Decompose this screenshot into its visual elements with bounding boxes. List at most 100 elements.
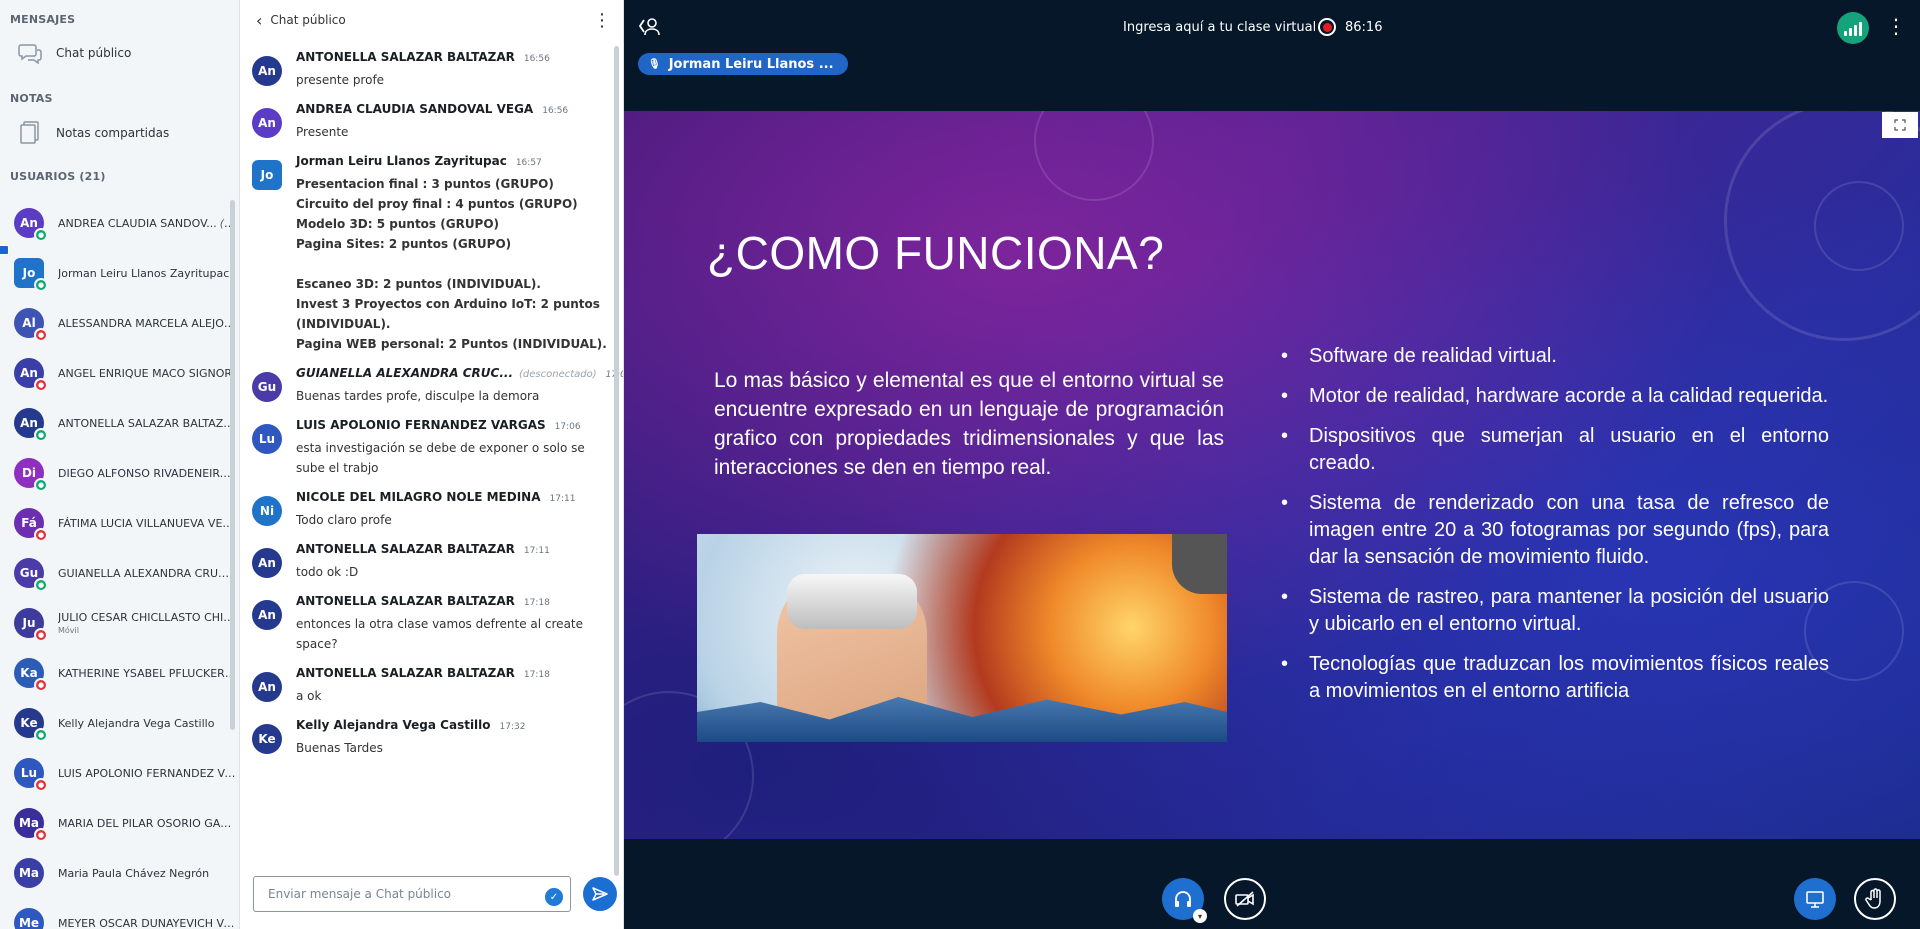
avatar: Ke ● bbox=[14, 708, 48, 742]
top-bar: Ingresa aquí a tu clase virtual 86:16 ⋮ … bbox=[624, 0, 1920, 75]
user-list-item[interactable]: Al● ALESSANDRA MARCELA ALEJOS YA... bbox=[0, 298, 236, 348]
avatar: Ka ● bbox=[14, 658, 48, 692]
chat-options-icon[interactable]: ⋮ bbox=[593, 10, 611, 31]
message-text: Buenas tardes profe, disculpe la demora bbox=[296, 389, 540, 403]
message-time: 16:56 bbox=[523, 54, 550, 64]
user-name: Jorman Leiru Llanos Zayritupac bbox=[58, 267, 236, 280]
shared-notes-item[interactable]: Notas compartidas bbox=[0, 110, 239, 156]
toggle-userlist-button[interactable] bbox=[638, 16, 660, 40]
check-icon: ✓ bbox=[545, 888, 563, 906]
users-scrollbar[interactable] bbox=[230, 200, 235, 730]
share-webcam-button[interactable] bbox=[1224, 878, 1266, 920]
microphone-icon: 🎙 bbox=[648, 58, 661, 70]
user-list-item[interactable]: An ● ANGEL ENRIQUE MACO SIGNORI bbox=[0, 348, 236, 398]
avatar: Gu bbox=[252, 372, 282, 402]
avatar: An ● bbox=[14, 208, 48, 242]
user-list-item[interactable]: Ju ● JULIO CESAR CHICLLASTO CHIPANA Móvil bbox=[0, 598, 236, 648]
user-name-text: Kelly Alejandra Vega Castillo bbox=[58, 716, 215, 730]
slide-bullet: Software de realidad virtual. bbox=[1279, 343, 1829, 370]
chevron-left-icon[interactable]: ‹ bbox=[256, 11, 262, 30]
presentation-slide: ¿COMO FUNCIONA? Lo mas básico y elementa… bbox=[624, 111, 1920, 839]
message-author: ANTONELLA SALAZAR BALTAZAR bbox=[296, 594, 515, 608]
avatar: Gu ● bbox=[14, 558, 48, 592]
chat-message: An ANTONELLA SALAZAR BALTAZAR 17:18 entonce… bbox=[240, 590, 610, 662]
chat-message: An ANDREA CLAUDIA SANDOVAL VEGA 16:56 Prese… bbox=[240, 98, 610, 150]
user-name-text: ANGEL ENRIQUE MACO SIGNORI bbox=[58, 366, 236, 380]
user-name: MEYER OSCAR DUNAYEVICH VARGAS bbox=[58, 917, 236, 929]
shared-notes-label: Notas compartidas bbox=[56, 126, 170, 140]
presentation-button[interactable] bbox=[1794, 878, 1836, 920]
microphone-muted-icon: ● bbox=[34, 628, 48, 642]
user-list-item[interactable]: Me MEYER OSCAR DUNAYEVICH VARGAS bbox=[0, 898, 236, 929]
user-list-item[interactable]: Fá● FÁTIMA LUCIA VILLANUEVA VENEG... bbox=[0, 498, 236, 548]
user-list-item[interactable]: Gu● GUIANELLA ALEXANDRA CRUCES P... bbox=[0, 548, 236, 598]
avatar: Ju ● bbox=[14, 608, 48, 642]
avatar: Al ● bbox=[14, 308, 48, 342]
user-name: DIEGO ALFONSO RIVADENEIRA TU... bbox=[58, 467, 236, 480]
public-chat-item[interactable]: Chat público bbox=[0, 30, 239, 76]
avatar: An bbox=[252, 672, 282, 702]
avatar: Lu ● bbox=[14, 758, 48, 792]
user-list-item[interactable]: An ● ANTONELLA SALAZAR BALTAZAR bbox=[0, 398, 236, 448]
user-name: GUIANELLA ALEXANDRA CRUCES P... bbox=[58, 567, 236, 580]
recording-indicator-icon[interactable] bbox=[1318, 18, 1336, 36]
message-time: 17:18 bbox=[523, 598, 550, 608]
message-author: Kelly Alejandra Vega Castillo bbox=[296, 718, 491, 732]
message-text: todo ok :D bbox=[296, 565, 359, 579]
user-list-item[interactable]: Ma Maria Paula Chávez Negrón bbox=[0, 848, 236, 898]
avatar: Ni bbox=[252, 496, 282, 526]
slide-paragraph: Lo mas básico y elemental es que el ento… bbox=[714, 369, 1224, 479]
slide-bullet: Sistema de rastreo, para mantener la pos… bbox=[1279, 584, 1829, 638]
message-text: Presentacion final : 3 puntos (GRUPO) bbox=[296, 177, 554, 191]
chat-scrollbar[interactable] bbox=[614, 46, 619, 876]
message-text: Pagina WEB personal: 2 Puntos (INDIVIDUA… bbox=[296, 337, 607, 351]
user-list-item[interactable]: Ke ● Kelly Alejandra Vega Castillo bbox=[0, 698, 236, 748]
user-list-item[interactable]: Jo ● Jorman Leiru Llanos Zayritupac bbox=[0, 245, 236, 298]
action-bar: ▾ bbox=[624, 839, 1920, 929]
message-author: ANTONELLA SALAZAR BALTAZAR bbox=[296, 666, 515, 680]
slide-decoration bbox=[1034, 111, 1154, 201]
chat-header: ‹ Chat público ⋮ bbox=[240, 0, 623, 40]
message-author: Jorman Leiru Llanos Zayritupac bbox=[296, 154, 507, 168]
vr-headset-shape bbox=[787, 574, 917, 629]
user-name: FÁTIMA LUCIA VILLANUEVA VENEG... bbox=[58, 517, 236, 530]
message-text: Buenas Tardes bbox=[296, 741, 383, 755]
user-name-text: JULIO CESAR CHICLLASTO CHIPANA bbox=[58, 611, 236, 624]
chat-title[interactable]: Chat público bbox=[270, 13, 345, 27]
chat-message: An ANTONELLA SALAZAR BALTAZAR 16:56 present… bbox=[240, 46, 610, 98]
talker-name: Jorman Leiru Llanos ... bbox=[668, 56, 834, 72]
message-text: Escaneo 3D: 2 puntos (INDIVIDUAL). bbox=[296, 277, 541, 291]
user-name-text: Maria Paula Chávez Negrón bbox=[58, 866, 210, 880]
options-menu-icon[interactable]: ⋮ bbox=[1886, 14, 1906, 38]
chevron-down-icon[interactable]: ▾ bbox=[1193, 909, 1207, 923]
user-name-text: GUIANELLA ALEXANDRA CRUCES P... bbox=[58, 566, 236, 580]
slide-bullet-list: Software de realidad virtual. Motor de re… bbox=[1279, 343, 1829, 718]
message-text: entonces la otra clase vamos defrente al… bbox=[296, 617, 584, 651]
message-text: Circuito del proy final : 4 puntos (GRUP… bbox=[296, 197, 578, 211]
user-list-item[interactable]: Ka ● KATHERINE YSABEL PFLUCKER GU... bbox=[0, 648, 236, 698]
audio-button[interactable]: ▾ bbox=[1162, 878, 1207, 923]
raise-hand-button[interactable] bbox=[1854, 878, 1896, 920]
user-list-item[interactable]: Di● DIEGO ALFONSO RIVADENEIRA TU... bbox=[0, 448, 236, 498]
session-title: Ingresa aquí a tu clase virtual bbox=[1123, 20, 1317, 35]
talking-indicator[interactable]: 🎙 Jorman Leiru Llanos ... bbox=[638, 53, 848, 75]
chat-message: Ke Kelly Alejandra Vega Castillo 17:32 Buen… bbox=[240, 714, 610, 766]
chat-message-input[interactable]: Enviar mensaje a Chat público ✓ bbox=[253, 876, 571, 912]
chat-message: An ANTONELLA SALAZAR BALTAZAR 17:11 todo ok… bbox=[240, 538, 610, 590]
user-list-item[interactable]: Lu● LUIS APOLONIO FERNANDEZ VARG... bbox=[0, 748, 236, 798]
user-list-item[interactable]: Ma● MARIA DEL PILAR OSORIO GALARZA bbox=[0, 798, 236, 848]
avatar: Me bbox=[14, 908, 44, 929]
message-author: ANTONELLA SALAZAR BALTAZAR bbox=[296, 50, 515, 64]
send-message-button[interactable] bbox=[583, 877, 617, 911]
user-name-text: ANDREA CLAUDIA SANDOV... bbox=[58, 216, 217, 230]
message-author: ANDREA CLAUDIA SANDOVAL VEGA bbox=[296, 102, 534, 116]
avatar: Ma ● bbox=[14, 808, 48, 842]
fullscreen-button[interactable] bbox=[1882, 112, 1918, 138]
slide-decoration bbox=[1814, 181, 1904, 271]
user-name: KATHERINE YSABEL PFLUCKER GU... bbox=[58, 667, 236, 680]
chat-bubble-icon bbox=[16, 42, 44, 64]
chat-message: Gu GUIANELLA ALEXANDRA CRUC... (desconecta… bbox=[240, 362, 623, 414]
connection-status-icon[interactable] bbox=[1837, 12, 1869, 44]
user-list-item[interactable]: An● ANDREA CLAUDIA SANDOV...(Usted) bbox=[0, 198, 236, 248]
chat-panel: ‹ Chat público ⋮ An ANTONELLA SALAZAR BAL… bbox=[240, 0, 624, 929]
